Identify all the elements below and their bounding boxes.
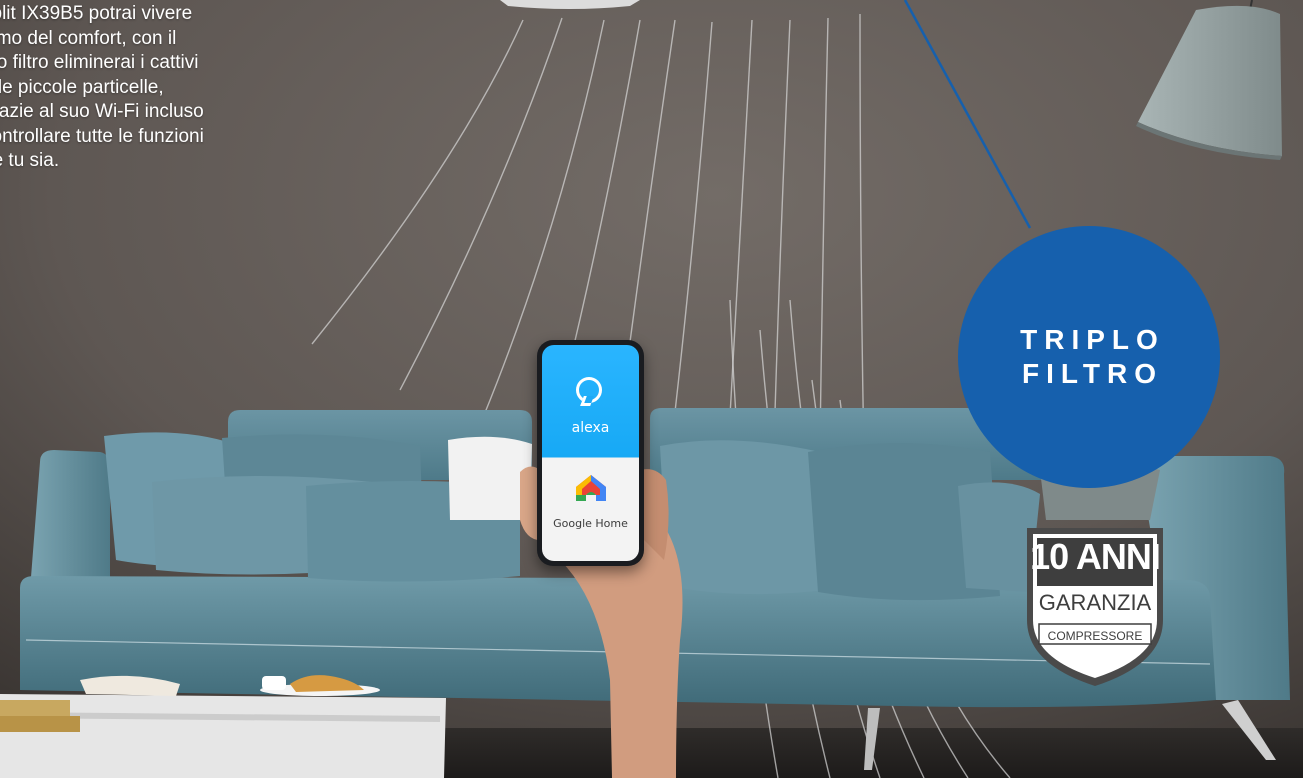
badge-line-1: TRIPLO: [1020, 324, 1165, 355]
badge-line-2: FILTRO: [1021, 358, 1163, 389]
smartphone: alexa Google Home: [537, 340, 644, 566]
google-home-label: Google Home: [553, 517, 628, 530]
warranty-label: GARANZIA: [1038, 590, 1152, 615]
intro-text: split IX39B5 potrai vivere simo del comf…: [0, 3, 204, 171]
alexa-label: alexa: [571, 420, 610, 436]
triplo-filtro-badge: TRIPLO FILTRO: [958, 226, 1220, 488]
google-home-icon: [576, 475, 606, 501]
alexa-ring-icon: [576, 377, 602, 403]
phone-screen: alexa Google Home: [542, 345, 639, 561]
warranty-sub: COMPRESSORE: [1047, 629, 1143, 643]
intro-paragraph: split IX39B5 potrai vivere simo del comf…: [0, 0, 330, 172]
warranty-badge: 10 ANNI GARANZIA COMPRESSORE: [1023, 524, 1167, 690]
warranty-years: 10 ANNI: [1030, 536, 1161, 577]
